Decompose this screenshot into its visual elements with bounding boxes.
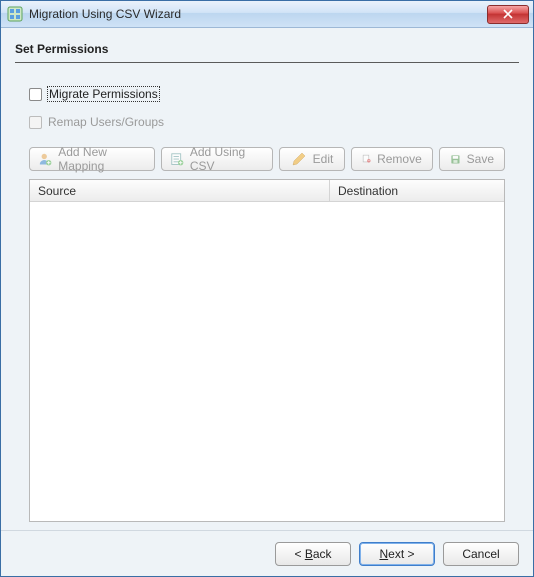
csv-add-icon <box>170 151 184 167</box>
add-using-csv-button[interactable]: Add Using CSV <box>161 147 273 171</box>
titlebar: Migration Using CSV Wizard <box>1 1 533 28</box>
cancel-button[interactable]: Cancel <box>443 542 519 566</box>
button-label: Edit <box>313 152 334 166</box>
user-add-icon <box>38 151 52 167</box>
button-label: Cancel <box>462 547 499 561</box>
migrate-permissions-checkbox[interactable] <box>29 88 42 101</box>
button-label: Next > <box>379 547 414 561</box>
migrate-permissions-label: Migrate Permissions <box>48 87 159 101</box>
add-new-mapping-button[interactable]: Add New Mapping <box>29 147 155 171</box>
pencil-icon <box>291 151 307 167</box>
button-label: Add New Mapping <box>58 145 145 173</box>
button-label: < Back <box>294 547 331 561</box>
close-button[interactable] <box>487 5 529 24</box>
column-source[interactable]: Source <box>30 180 330 201</box>
mapping-toolbar: Add New Mapping Add Using CSV Edit Remov… <box>29 147 505 171</box>
table-header: Source Destination <box>30 180 504 202</box>
window-title: Migration Using CSV Wizard <box>29 7 487 21</box>
mapping-table: Source Destination <box>29 179 505 522</box>
app-icon <box>7 6 23 22</box>
header-divider <box>15 62 519 63</box>
table-body <box>30 202 504 521</box>
next-button[interactable]: Next > <box>359 542 435 566</box>
column-destination[interactable]: Destination <box>330 180 504 201</box>
button-label: Save <box>467 152 494 166</box>
save-button[interactable]: Save <box>439 147 505 171</box>
wizard-window: Migration Using CSV Wizard Set Permissio… <box>0 0 534 577</box>
remove-icon <box>362 151 371 167</box>
page-title: Set Permissions <box>15 42 519 56</box>
button-label: Add Using CSV <box>190 145 264 173</box>
wizard-footer: < Back Next > Cancel <box>1 530 533 576</box>
remap-users-groups-row: Remap Users/Groups <box>29 115 505 129</box>
edit-button[interactable]: Edit <box>279 147 345 171</box>
page-header: Set Permissions <box>1 28 533 69</box>
button-label: Remove <box>377 152 422 166</box>
back-button[interactable]: < Back <box>275 542 351 566</box>
content-area: Migrate Permissions Remap Users/Groups A… <box>1 69 533 530</box>
remove-button[interactable]: Remove <box>351 147 433 171</box>
save-icon <box>450 151 461 167</box>
remap-users-groups-label: Remap Users/Groups <box>48 115 164 129</box>
remap-users-groups-checkbox[interactable] <box>29 116 42 129</box>
migrate-permissions-row: Migrate Permissions <box>29 87 505 101</box>
